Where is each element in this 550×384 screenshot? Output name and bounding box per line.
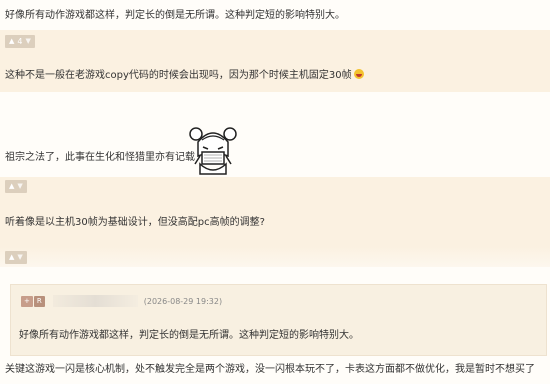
comment-3: 祖宗之法了，此事在生化和怪猎里亦有记载 (0, 110, 550, 177)
laughing-emoji-icon (353, 69, 364, 79)
vote-count: 4 (17, 37, 23, 46)
comment-4-footer: ▲ ▼ (0, 247, 550, 267)
vote-bar[interactable]: ▲ ▼ (5, 180, 27, 193)
thumb-up-icon[interactable]: ▲ (9, 35, 14, 48)
quoted-comment: + R (2026-08-29 19:32) 好像所有动作游戏都这样，判定长的倒… (10, 284, 547, 356)
thumb-down-icon[interactable]: ▼ (25, 35, 30, 48)
comment-3-footer: ▲ ▼ (0, 177, 550, 195)
comment-row: 这种不是一般在老游戏copy代码的时候会出现吗，因为那个时候主机固定30帧 (5, 69, 364, 82)
thumb-down-icon[interactable]: ▼ (17, 251, 22, 264)
quote-header: + R (2026-08-29 19:32) (21, 295, 222, 307)
blurred-username (52, 295, 138, 307)
comment-1: 好像所有动作游戏都这样，判定长的倒是无所谓。这种判定短的影响特别大。 (0, 0, 550, 30)
vote-bar[interactable]: ▲ ▼ (5, 251, 27, 264)
comment-1-footer: ▲ 4 ▼ (0, 30, 550, 49)
thumb-up-icon[interactable]: ▲ (9, 180, 14, 193)
quote-plus-button[interactable]: + (21, 295, 33, 307)
comment-text: 听着像是以主机30帧为基础设计，但没高配pc高帧的调整? (5, 217, 265, 228)
quote-date: (2026-08-29 19:32) (143, 296, 223, 306)
comment-2-footer (0, 92, 550, 110)
comment-2: 这种不是一般在老游戏copy代码的时候会出现吗，因为那个时候主机固定30帧 ▲ … (0, 49, 550, 110)
comment-text: 好像所有动作游戏都这样，判定长的倒是无所谓。这种判定短的影响特别大。 (5, 10, 345, 21)
reply-text: 关键这游戏一闪是核心机制，处不触发完全是两个游戏，没一闪根本玩不了，卡表这方面都… (5, 364, 535, 375)
quote-text: 好像所有动作游戏都这样，判定长的倒是无所谓。这种判定短的影响特别大。 (19, 330, 359, 341)
comment-text: 这种不是一般在老游戏copy代码的时候会出现吗，因为那个时候主机固定30帧 (5, 70, 352, 81)
thumb-down-icon[interactable]: ▼ (17, 180, 22, 193)
anime-girl-sticker (189, 127, 237, 175)
vote-bar[interactable]: ▲ 4 ▼ (5, 35, 35, 48)
comment-4: 听着像是以主机30帧为基础设计，但没高配pc高帧的调整? (0, 195, 550, 247)
comment-text: 祖宗之法了，此事在生化和怪猎里亦有记载 (5, 152, 195, 163)
quote-user-tag: R (33, 295, 45, 307)
thumb-up-icon[interactable]: ▲ (9, 251, 14, 264)
